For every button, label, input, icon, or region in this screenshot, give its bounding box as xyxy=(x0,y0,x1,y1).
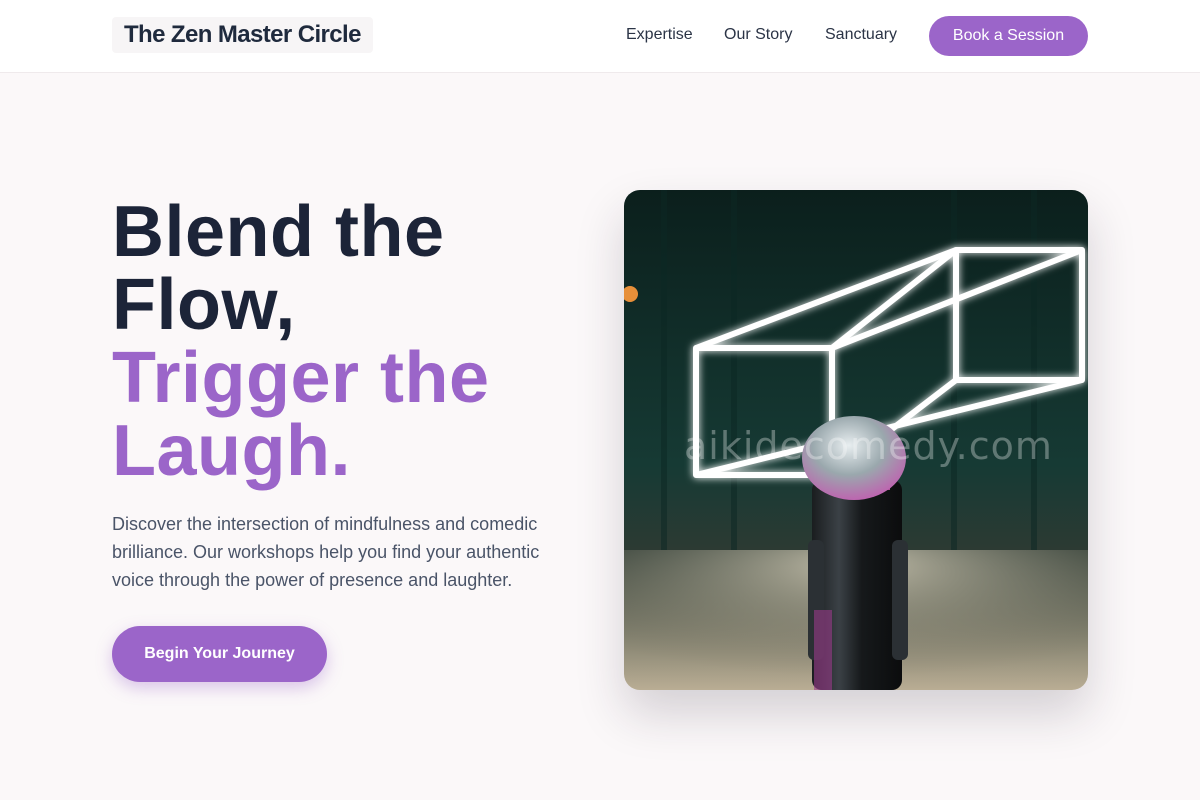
image-watermark: aikidecomedy.com xyxy=(684,424,1053,468)
hero-title-accent-line-2: Laugh. xyxy=(112,411,351,491)
hero-title-line-2: Flow, xyxy=(112,265,296,345)
nav-link-expertise[interactable]: Expertise xyxy=(626,24,693,46)
hero-title-accent-line-1: Trigger the xyxy=(112,338,490,418)
nav-link-our-story[interactable]: Our Story xyxy=(724,24,792,46)
book-session-button[interactable]: Book a Session xyxy=(929,16,1088,56)
nav-link-sanctuary[interactable]: Sanctuary xyxy=(825,24,897,46)
site-logo[interactable]: The Zen Master Circle xyxy=(112,17,373,53)
hero-title-line-1: Blend the xyxy=(112,192,445,272)
site-header: The Zen Master Circle Expertise Our Stor… xyxy=(0,0,1200,73)
begin-journey-button[interactable]: Begin Your Journey xyxy=(112,626,327,682)
hero-description: Discover the intersection of mindfulness… xyxy=(112,514,540,590)
hero-title: Blend the Flow, Trigger the Laugh. xyxy=(112,196,592,488)
